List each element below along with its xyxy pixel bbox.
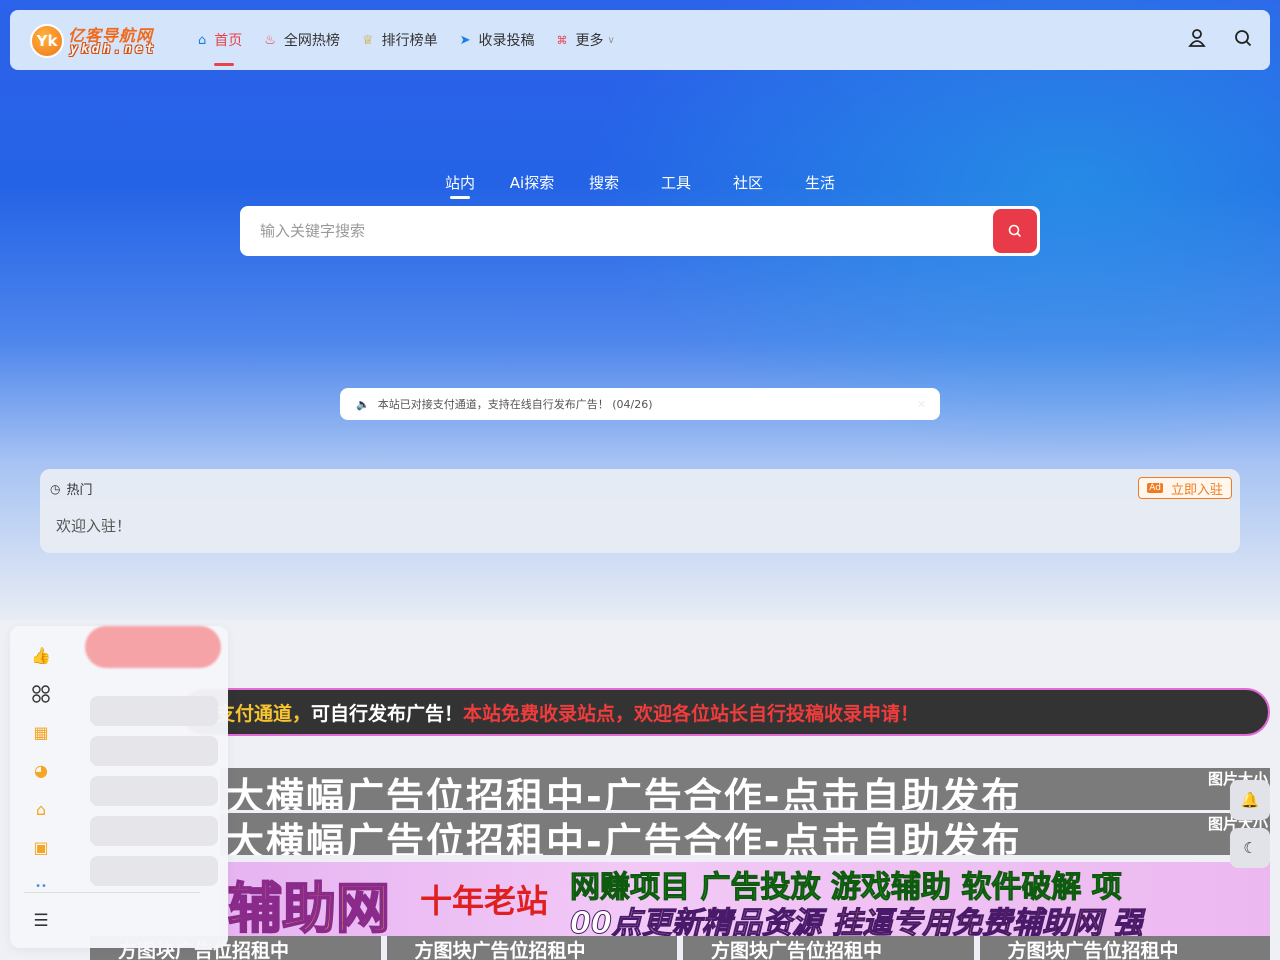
tab-tools[interactable]: 工具: [640, 172, 712, 193]
bell-icon[interactable]: 🔔: [1230, 780, 1270, 820]
join-button-label: 立即入驻: [1170, 482, 1223, 498]
search-button[interactable]: [993, 209, 1037, 253]
fire-icon: ♨: [264, 32, 276, 48]
join-button[interactable]: Ad 立即入驻: [1138, 477, 1232, 499]
clock-icon: ◷: [50, 481, 61, 496]
banner-ad-2[interactable]: 大横幅广告位招租中-广告合作-点击自助发布 图片大小: [220, 813, 1270, 855]
sidebar-item-placeholder[interactable]: [90, 736, 218, 766]
menu-toggle-icon[interactable]: ☰: [28, 908, 54, 934]
nav-item-label: 全网热榜: [283, 33, 340, 49]
nav-item-label: 首页: [214, 33, 243, 49]
banner-ad-text: 大横幅广告位招租中-广告合作-点击自助发布: [226, 820, 1022, 855]
user-icon[interactable]: [1188, 28, 1206, 52]
logo-badge: Yk: [30, 24, 64, 58]
marquee-part-c: 本站免费收录站点，欢迎各位站长自行投稿收录申请！: [463, 702, 920, 725]
square-ad-row: 方图块广告位招租中 方图块广告位招租中 方图块广告位招租中 方图块广告位招租中: [90, 936, 1270, 960]
nav-item-more[interactable]: ⌘ 更多 ∨: [556, 10, 614, 70]
banner3-bottom-a: 00点更新精品资源: [569, 906, 833, 937]
search-icon: [1008, 224, 1022, 238]
sidebar-item-placeholder[interactable]: [90, 696, 218, 726]
nav-item-hot[interactable]: ♨ 全网热榜: [264, 10, 340, 70]
sidebar-divider: [24, 892, 200, 893]
sidebar-item-placeholder[interactable]: [90, 856, 218, 886]
close-icon[interactable]: ✕: [917, 398, 926, 411]
top-navbar: Yk 亿客导航网 ykdh.net ⌂ 首页 ♨ 全网热榜 ♕ 排行榜单 ➤ 收…: [10, 10, 1270, 70]
speaker-icon: 🔈: [356, 397, 370, 411]
house-icon[interactable]: ⌂: [28, 796, 54, 822]
site-logo[interactable]: Yk 亿客导航网 ykdh.net: [22, 20, 172, 60]
announcement-bar[interactable]: 🔈 本站已对接支付通道，支持在线自行发布广告！ (04/26) ✕: [340, 388, 940, 420]
hot-panel: ◷ 热门 Ad 立即入驻 欢迎入驻！: [40, 469, 1240, 553]
shop-icon[interactable]: ▦: [28, 719, 54, 745]
trophy-icon: ♕: [361, 32, 374, 48]
announcement-text: 本站已对接支付通道，支持在线自行发布广告！ (04/26): [377, 398, 653, 411]
nav-item-label: 排行榜单: [381, 33, 438, 49]
marquee-part-b: 可自行发布广告！: [311, 702, 464, 725]
banner-ad-1[interactable]: 大横幅广告位招租中-广告合作-点击自助发布 图片大小: [220, 768, 1270, 810]
banner3-bottom: 00点更新精品资源 挂逼专用免费辅助网 强: [569, 898, 1143, 937]
apps-icon[interactable]: [28, 681, 54, 707]
ad-icon: Ad: [1147, 483, 1163, 493]
logo-en-text: ykdh.net: [70, 42, 157, 57]
hot-welcome-text: 欢迎入驻！: [56, 517, 132, 535]
dots-icon[interactable]: ••: [28, 874, 54, 900]
sidebar-active-pill[interactable]: [85, 626, 221, 668]
scrolling-notice[interactable]: 支付通道， 可自行发布广告！ 本站免费收录站点，欢迎各位站长自行投稿收录申请！: [180, 688, 1270, 736]
square-ad[interactable]: 方图块广告位招租中: [386, 936, 677, 960]
hot-title-label: 热门: [66, 483, 93, 498]
toolbox-icon[interactable]: ▣: [28, 835, 54, 861]
thumbs-up-icon[interactable]: 👍: [28, 642, 54, 668]
tab-search[interactable]: 搜索: [568, 172, 640, 193]
search-input[interactable]: [240, 222, 980, 240]
search-icon[interactable]: [1234, 29, 1252, 51]
pacman-icon[interactable]: ◕: [28, 758, 54, 784]
search-box: [240, 206, 1040, 256]
hot-title: ◷ 热门: [50, 479, 93, 499]
tab-community[interactable]: 社区: [712, 172, 784, 193]
nav-item-label: 收录投稿: [478, 33, 535, 49]
banner3-main: 辅助网: [227, 876, 391, 936]
moon-icon[interactable]: ☾: [1230, 828, 1270, 868]
tab-ai[interactable]: Ai探索: [496, 172, 568, 193]
main-nav: ⌂ 首页 ♨ 全网热榜 ♕ 排行榜单 ➤ 收录投稿 ⌘ 更多 ∨: [198, 10, 637, 70]
paper-plane-icon: ➤: [459, 32, 471, 48]
nav-item-label: 更多: [575, 33, 604, 49]
home-icon: ⌂: [198, 32, 207, 48]
sidebar-item-placeholder[interactable]: [90, 776, 218, 806]
banner-ad-3[interactable]: 辅助网 十年老站 网赚项目 广告投放 游戏辅助 软件破解 项 00点更新精品资源…: [220, 862, 1270, 936]
tab-life[interactable]: 生活: [784, 172, 856, 193]
chevron-down-icon: ∨: [607, 34, 615, 46]
nav-right-tools: [1188, 10, 1252, 70]
left-sidebar: 👍 ▦ ◕ ⌂ ▣ •• ☰: [10, 626, 228, 948]
square-ad[interactable]: 方图块广告位招租中: [683, 936, 974, 960]
banner3-bottom-b: 挂逼专用免费辅助网 强: [832, 906, 1143, 937]
nav-item-submit[interactable]: ➤ 收录投稿: [460, 10, 535, 70]
grid-icon: ⌘: [556, 33, 568, 47]
nav-item-rank[interactable]: ♕ 排行榜单: [362, 10, 438, 70]
square-ad[interactable]: 方图块广告位招租中: [979, 936, 1270, 960]
sidebar-icons: 👍 ▦ ◕ ⌂ ▣ ••: [28, 642, 54, 912]
tab-site[interactable]: 站内: [424, 172, 496, 199]
nav-item-home[interactable]: ⌂ 首页: [198, 10, 242, 70]
sidebar-item-placeholder[interactable]: [90, 816, 218, 846]
search-tabs: 站内 Ai探索 搜索 工具 社区 生活: [0, 172, 1280, 199]
banner3-old: 十年老站: [420, 882, 549, 920]
banner-ad-text: 大横幅广告位招租中-广告合作-点击自助发布: [226, 775, 1022, 810]
